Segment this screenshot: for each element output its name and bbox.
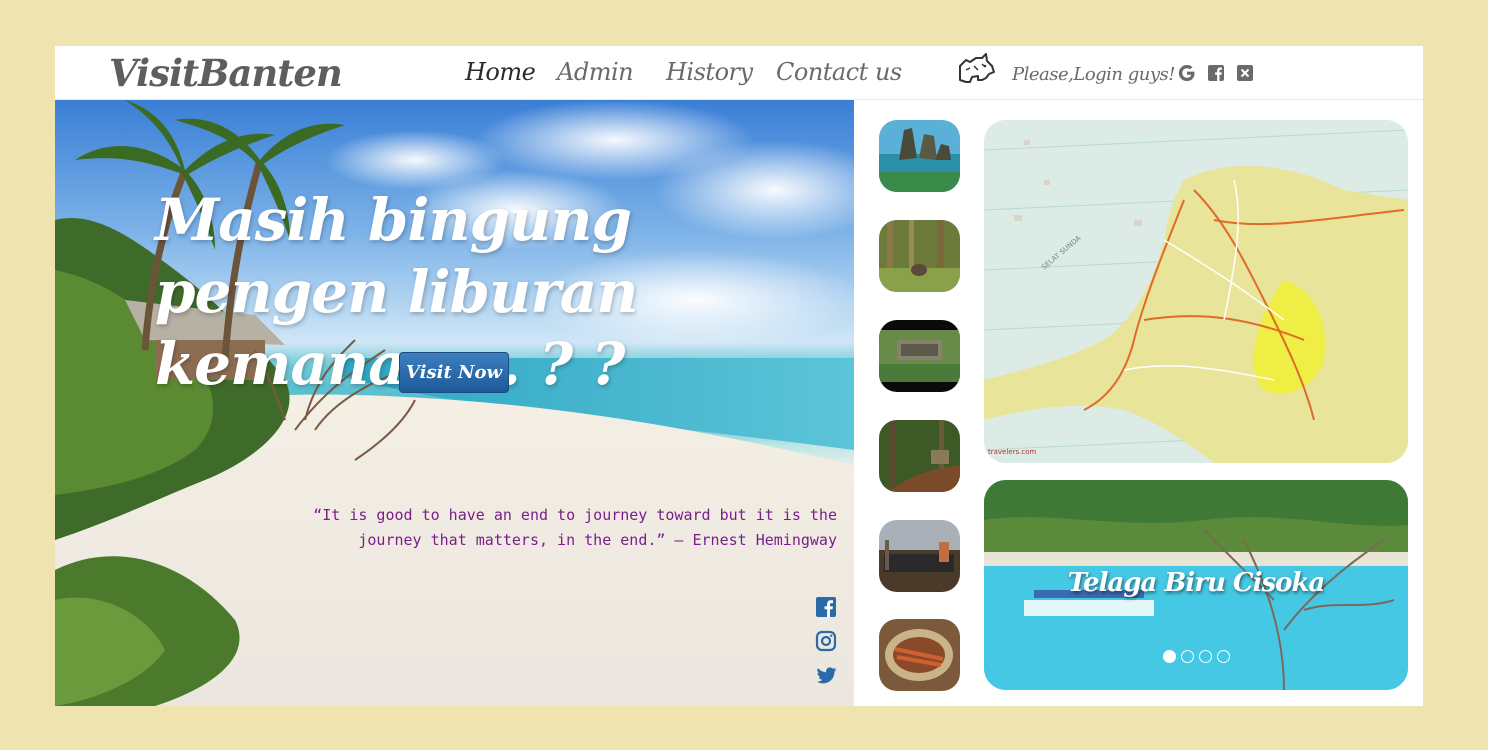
twitter-icon[interactable]	[815, 664, 837, 686]
x-square-icon[interactable]	[1236, 64, 1254, 82]
thumbnail-jungle-path[interactable]	[879, 420, 960, 492]
nav-contact-us[interactable]: Contact us	[776, 58, 902, 86]
carousel-slide-telaga-biru[interactable]: Telaga Biru Cisoka	[984, 480, 1408, 690]
brand-logo[interactable]: VisitBanten	[109, 51, 343, 95]
thumbnail-rock-island[interactable]	[879, 120, 960, 192]
hemingway-quote: “It is good to have an end to journey to…	[313, 506, 837, 549]
google-icon[interactable]	[1178, 64, 1196, 82]
facebook-icon[interactable]	[1207, 64, 1225, 82]
banten-map-image[interactable]: SELAT SUNDA travelers.com	[984, 120, 1408, 463]
thumbnail-forest-rhino[interactable]	[879, 220, 960, 292]
hero-banner: Masih bingung pengen liburan kemana . . …	[55, 100, 854, 706]
visit-now-button[interactable]: Visit Now	[399, 352, 509, 393]
map-watermark: travelers.com	[988, 448, 1036, 456]
login-prompt[interactable]: Please,Login guys!	[1012, 64, 1176, 85]
nav-home[interactable]: Home	[465, 58, 536, 86]
carousel-dot-4[interactable]	[1217, 650, 1230, 663]
thumbnail-sate-food[interactable]	[879, 619, 960, 691]
page-frame: VisitBanten Home Admin History Contact u…	[55, 46, 1423, 706]
instagram-icon[interactable]	[815, 630, 837, 652]
rhino-logo-icon	[959, 53, 995, 83]
nav-admin[interactable]: Admin	[557, 58, 634, 86]
carousel-dot-1[interactable]	[1163, 650, 1176, 663]
facebook-icon[interactable]	[815, 596, 837, 618]
thumbnail-market-stall[interactable]	[879, 520, 960, 592]
carousel-dot-3[interactable]	[1199, 650, 1212, 663]
thumbnail-ruins[interactable]	[879, 320, 960, 392]
navbar: VisitBanten Home Admin History Contact u…	[55, 46, 1423, 100]
map-illustration: SELAT SUNDA travelers.com	[984, 120, 1408, 463]
carousel-caption: Telaga Biru Cisoka	[1067, 568, 1326, 598]
carousel-dot-2[interactable]	[1181, 650, 1194, 663]
nav-history[interactable]: History	[666, 58, 753, 86]
carousel-indicators	[1163, 650, 1230, 663]
